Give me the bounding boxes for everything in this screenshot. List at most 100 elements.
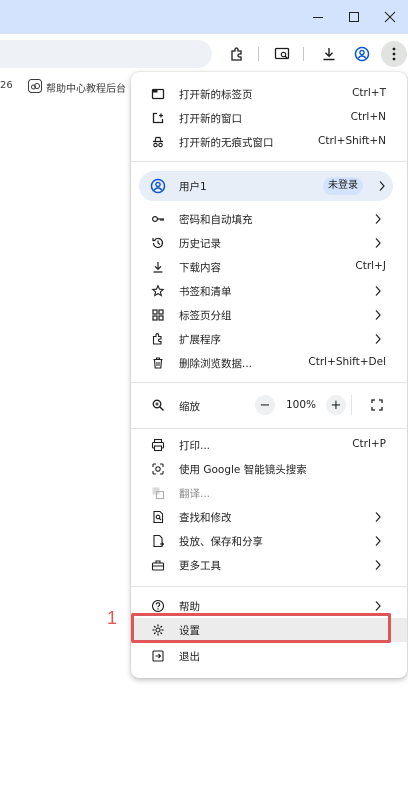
menu-item-label: 密码和自动填充 [179,214,253,226]
printer-icon [151,438,165,452]
menu-item-label: 翻译... [179,488,211,500]
plus-icon: + [330,397,342,413]
maximize-button[interactable] [336,0,372,34]
account-circle-icon [354,46,370,62]
menu-item-cast-save-share[interactable]: 投放、保存和分享 [131,529,407,553]
bookmark-partial-label[interactable]: 26 [0,80,13,91]
menu-divider [131,382,407,383]
history-icon [152,237,164,249]
chevron-right-icon [375,238,381,248]
menu-item-more-tools[interactable]: 更多工具 [131,553,407,577]
chevron-right-icon [375,310,381,320]
settings-highlight-box [131,613,391,643]
menu-divider [131,428,407,429]
new-window-icon [152,112,164,124]
menu-item-label: 打开新的无痕式窗口 [179,137,274,149]
menu-item-exit[interactable]: 退出 [131,644,407,668]
toolbar-divider [303,47,304,61]
menu-item-label: 打开新的窗口 [179,113,242,125]
account-circle-icon [150,178,166,194]
chevron-right-icon [375,601,381,611]
menu-item-label: 打开新的标签页 [179,89,253,101]
menu-divider [131,586,407,587]
download-icon [323,48,335,61]
minus-icon: − [259,397,271,413]
key-icon [151,215,164,223]
fullscreen-button[interactable] [367,395,387,415]
minimize-icon [313,17,323,18]
chevron-right-icon [375,214,381,224]
menu-item-label: 删除浏览数据... [179,358,253,370]
menu-item-google-lens[interactable]: 使用 Google 智能镜头搜索 [131,457,407,481]
menu-item-print[interactable]: 打印... Ctrl+P [131,433,407,457]
zoom-label: 缩放 [179,401,200,413]
more-menu-button[interactable] [381,41,407,67]
screen-search-icon [274,47,290,60]
zoom-magnifier-icon [152,399,164,411]
extensions-button[interactable] [225,42,249,66]
translate-icon [152,487,164,499]
downloads-button[interactable] [317,42,341,66]
menu-item-zoom: 缩放 − 100% + [131,392,407,418]
chevron-right-icon [375,536,381,546]
help-icon [151,599,165,613]
menu-item-downloads[interactable]: 下载内容 Ctrl+J [131,255,407,279]
menu-item-extensions[interactable]: 扩展程序 [131,327,407,351]
menu-item-label: 退出 [179,651,200,663]
bookmark-favicon-icon [28,79,42,93]
zoom-level-value: 100% [286,399,317,411]
shortcut-label: Ctrl+P [352,438,386,450]
zoom-in-button[interactable]: + [326,395,346,415]
menu-item-label: 历史记录 [179,238,221,250]
menu-item-label: 查找和修改 [179,512,232,524]
menu-item-label: 使用 Google 智能镜头搜索 [179,464,307,476]
find-in-page-icon [153,510,164,524]
puzzle-icon [152,333,162,345]
zoom-divider [351,395,352,415]
share-file-icon [153,534,165,548]
menu-item-new-tab[interactable]: 打开新的标签页 Ctrl+T [131,82,407,106]
chevron-right-icon [375,286,381,296]
menu-item-label: 扩展程序 [179,334,221,346]
menu-item-incognito[interactable]: 打开新的无痕式窗口 Ctrl+Shift+N [131,130,407,154]
star-icon [151,284,165,297]
menu-divider [131,161,407,162]
maximize-icon [349,12,359,22]
sign-in-status-badge: 未登录 [323,177,363,195]
step-number-annotation: 1 [107,608,118,628]
menu-item-tab-groups[interactable]: 标签页分组 [131,303,407,327]
menu-item-label: 投放、保存和分享 [179,536,263,548]
menu-item-history[interactable]: 历史记录 [131,231,407,255]
fullscreen-icon [371,399,383,411]
menu-item-label: 更多工具 [179,560,221,572]
chrome-main-menu: 打开新的标签页 Ctrl+T 打开新的窗口 Ctrl+N 打开新的无痕式窗口 C… [131,72,407,678]
menu-item-clear-data[interactable]: 删除浏览数据... Ctrl+Shift+Del [131,351,407,375]
puzzle-icon [231,47,242,61]
menu-item-label: 帮助 [179,601,200,613]
window-titlebar [0,0,408,34]
shortcut-label: Ctrl+N [350,111,386,123]
menu-item-profile[interactable]: 用户1 未登录 [139,171,393,201]
menu-item-translate[interactable]: 翻译... [131,481,407,505]
menu-item-find[interactable]: 查找和修改 [131,505,407,529]
download-icon [153,262,163,273]
minimize-button[interactable] [300,0,336,34]
menu-item-passwords[interactable]: 密码和自动填充 [131,207,407,231]
shortcut-label: Ctrl+T [352,87,386,99]
incognito-icon [153,136,163,148]
chevron-right-icon [379,181,385,191]
close-window-button[interactable] [372,0,408,34]
lens-icon [152,463,164,475]
menu-item-label: 打印... [179,440,211,452]
close-icon [384,11,396,23]
address-bar[interactable] [0,40,212,68]
menu-item-bookmarks[interactable]: 书签和清单 [131,279,407,303]
browser-toolbar [0,34,408,74]
shortcut-label: Ctrl+J [355,260,386,272]
menu-item-new-window[interactable]: 打开新的窗口 Ctrl+N [131,106,407,130]
zoom-out-button[interactable]: − [255,395,275,415]
lens-search-button[interactable] [270,42,294,66]
bookmark-help-center[interactable]: 帮助中心教程后台 [46,80,126,95]
tab-groups-icon [152,309,164,321]
profile-button[interactable] [350,42,374,66]
